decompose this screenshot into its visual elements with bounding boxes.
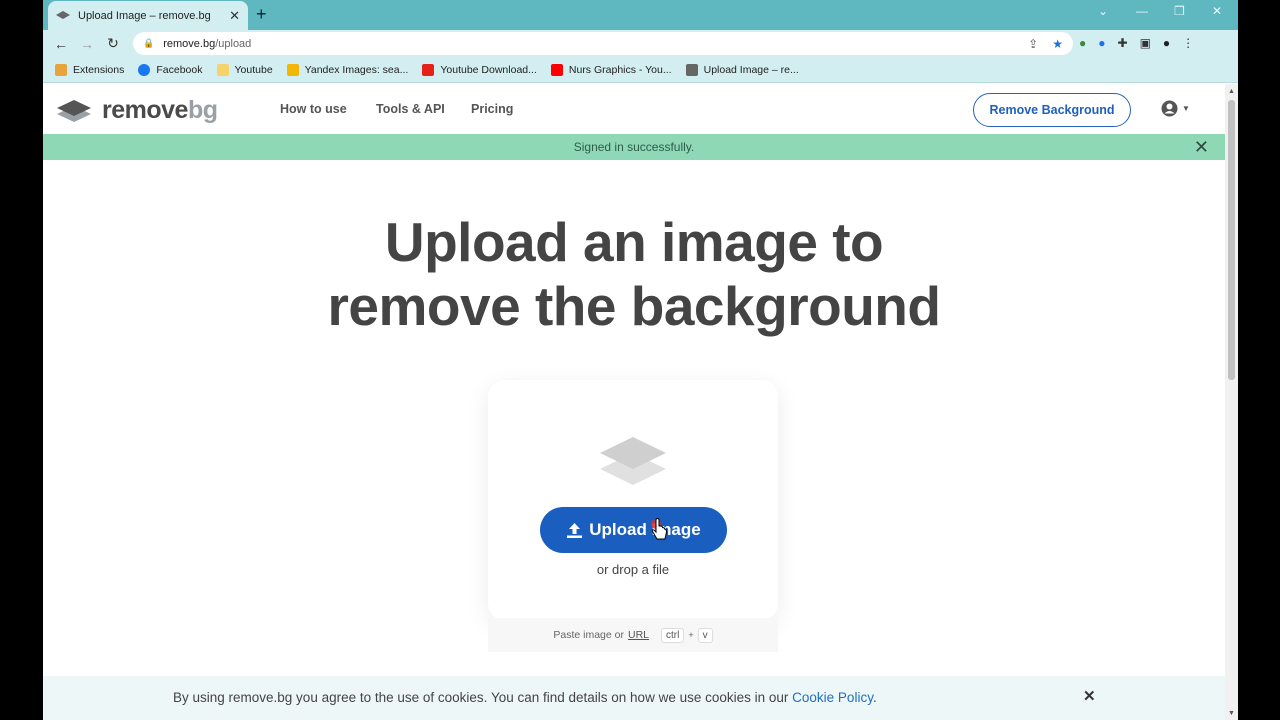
tab-strip: Upload Image – remove.bg ✕ + ⌄ — ❐ ✕ xyxy=(43,0,1238,30)
browser-window: Upload Image – remove.bg ✕ + ⌄ — ❐ ✕ ← →… xyxy=(43,0,1238,720)
folder-icon xyxy=(216,63,229,76)
site-header: removebg How to use Tools & API Pricing … xyxy=(43,84,1225,134)
address-bar[interactable]: 🔒 remove.bg/upload ⇪ ★ xyxy=(133,32,1073,55)
removebg-bookmark-icon xyxy=(685,63,698,76)
window-close-icon[interactable]: ✕ xyxy=(1212,4,1222,18)
layers-illustration-icon xyxy=(600,437,666,485)
cookie-text: By using remove.bg you agree to the use … xyxy=(173,690,789,705)
upload-button-label: Upload Image xyxy=(589,520,701,539)
extension-icons: ● ● ✚ ▣ ● ⋮ xyxy=(1079,36,1194,50)
page-title: Upload an image to remove the background xyxy=(43,210,1225,338)
scrollbar-thumb[interactable] xyxy=(1228,100,1235,380)
minimize-icon[interactable]: — xyxy=(1136,4,1148,18)
removebg-logo[interactable]: removebg xyxy=(56,96,218,125)
bookmark-yandex-images[interactable]: Yandex Images: sea... xyxy=(286,63,408,76)
bookmark-facebook[interactable]: Facebook xyxy=(138,63,203,76)
paste-text: Paste image or xyxy=(553,629,624,641)
yandex-icon xyxy=(286,63,299,76)
tab-upload-image[interactable]: Upload Image – remove.bg ✕ xyxy=(48,1,248,30)
upload-image-button[interactable]: Upload Image xyxy=(540,507,727,553)
caret-down-icon: ▼ xyxy=(1182,104,1190,113)
key-v: v xyxy=(697,627,713,643)
bookmark-nurs-graphics[interactable]: Nurs Graphics - You... xyxy=(550,63,672,76)
key-plus: + xyxy=(688,630,694,640)
user-circle-icon xyxy=(1161,100,1178,117)
page-scrollbar[interactable]: ▲ ▼ xyxy=(1225,84,1238,720)
headline-line-1: Upload an image to xyxy=(384,211,884,273)
key-ctrl: ctrl xyxy=(661,627,685,643)
cookie-close-icon[interactable]: ✕ xyxy=(1083,687,1096,705)
tab-search-icon[interactable]: ⌄ xyxy=(1098,4,1108,18)
youtube-icon xyxy=(550,63,563,76)
extension-globe-icon[interactable]: ● xyxy=(1079,36,1086,50)
account-menu[interactable]: ▼ xyxy=(1161,100,1190,117)
drop-file-hint: or drop a file xyxy=(596,562,670,577)
bookmark-youtube-download[interactable]: Youtube Download... xyxy=(422,63,537,76)
nav-how-to-use[interactable]: How to use xyxy=(280,102,347,116)
browser-toolbar: ← → ↻ 🔒 remove.bg/upload ⇪ ★ ● ● ✚ ▣ ● ⋮ xyxy=(43,30,1238,57)
alert-close-icon[interactable]: ✕ xyxy=(1194,137,1209,158)
remove-background-button[interactable]: Remove Background xyxy=(973,93,1131,127)
cookie-period: . xyxy=(872,690,877,705)
headline-line-2: remove the background xyxy=(327,275,941,337)
share-icon[interactable]: ⇪ xyxy=(1028,37,1038,51)
scroll-up-icon[interactable]: ▲ xyxy=(1228,88,1235,95)
browser-menu-icon[interactable]: ⋮ xyxy=(1182,36,1194,50)
nav-pricing[interactable]: Pricing xyxy=(471,102,513,116)
download-shield-icon xyxy=(422,63,435,76)
bookmark-extensions[interactable]: Extensions xyxy=(55,63,124,76)
nav-tools-api[interactable]: Tools & API xyxy=(376,102,445,116)
logo-layers-icon xyxy=(57,99,91,122)
lock-icon: 🔒 xyxy=(143,38,155,48)
bookmark-youtube-folder[interactable]: Youtube xyxy=(216,63,273,76)
url-host: remove.bg xyxy=(163,37,216,50)
paste-hint-bar: Paste image or URL ctrl + v xyxy=(488,618,778,652)
bookmark-star-icon[interactable]: ★ xyxy=(1052,37,1063,51)
upload-arrow-icon xyxy=(567,522,583,538)
cookie-banner: By using remove.bg you agree to the use … xyxy=(43,676,1225,720)
new-tab-button[interactable]: + xyxy=(256,4,267,25)
tab-close-icon[interactable]: ✕ xyxy=(229,8,240,24)
cookie-policy-link[interactable]: Cookie Policy xyxy=(792,690,873,705)
extensions-puzzle-icon[interactable]: ✚ xyxy=(1118,36,1128,50)
tab-title: Upload Image – remove.bg xyxy=(78,9,211,22)
profile-avatar-icon[interactable]: ● xyxy=(1163,36,1170,50)
hand-cursor-icon xyxy=(651,518,668,540)
scroll-down-icon[interactable]: ▼ xyxy=(1228,710,1235,717)
reload-icon[interactable]: ↻ xyxy=(100,35,126,52)
forward-icon[interactable]: → xyxy=(74,36,100,52)
restore-icon[interactable]: ❐ xyxy=(1174,4,1185,18)
url-path: /upload xyxy=(215,37,252,50)
bookmarks-bar: Extensions Facebook Youtube Yandex Image… xyxy=(43,57,1238,83)
removebg-favicon-icon xyxy=(56,10,70,19)
extensions-bookmark-icon xyxy=(55,63,67,76)
side-panel-icon[interactable]: ▣ xyxy=(1140,36,1151,50)
paste-url-link[interactable]: URL xyxy=(628,629,649,641)
cookie-text-block: By using remove.bg you agree to the use … xyxy=(173,690,877,705)
success-alert: Signed in successfully. ✕ xyxy=(43,134,1225,160)
back-icon[interactable]: ← xyxy=(48,36,74,52)
logo-wordmark: removebg xyxy=(102,96,218,124)
upload-card: Upload Image or drop a file xyxy=(488,380,778,620)
success-message: Signed in successfully. xyxy=(573,140,695,154)
facebook-icon xyxy=(138,63,151,76)
extension-blue-icon[interactable]: ● xyxy=(1098,36,1105,50)
bookmark-upload-image[interactable]: Upload Image – re... xyxy=(685,63,799,76)
